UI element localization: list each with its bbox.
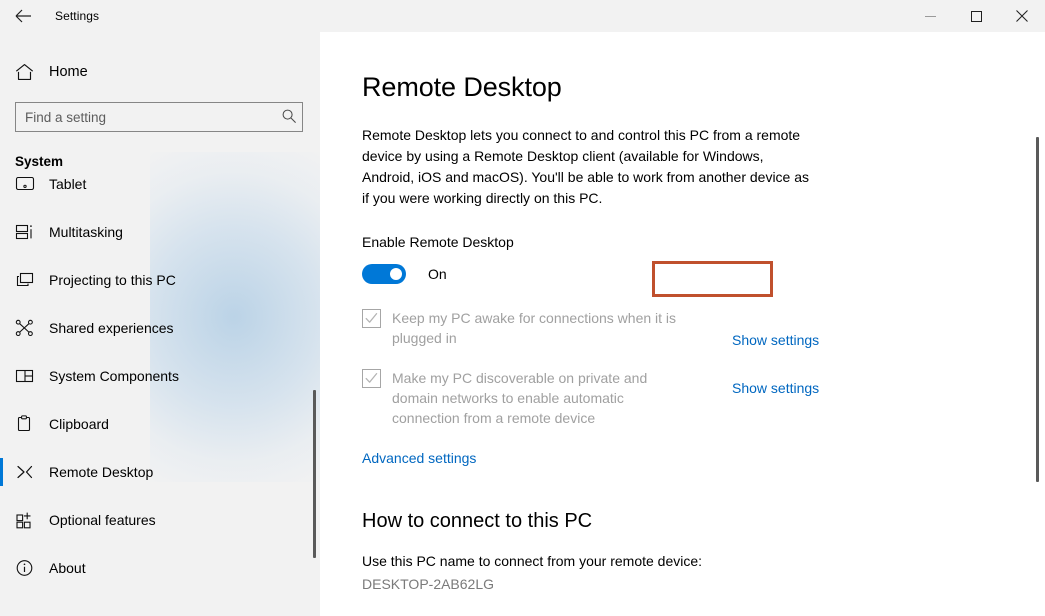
sidebar-item-about[interactable]: About: [0, 544, 320, 592]
show-settings-link-keep-awake[interactable]: Show settings: [732, 332, 819, 348]
sidebar-item-label: Remote Desktop: [49, 464, 154, 480]
sidebar-item-label: Clipboard: [49, 416, 109, 432]
show-settings-link-discoverable[interactable]: Show settings: [732, 380, 819, 396]
sidebar-nav-list: Tablet Multitasking Projecting to this P…: [0, 177, 320, 607]
clipboard-icon: [15, 415, 41, 433]
shared-experiences-icon: [15, 319, 41, 337]
home-icon: [15, 63, 41, 81]
sidebar-item-clipboard[interactable]: Clipboard: [0, 400, 320, 448]
sidebar-scrollbar[interactable]: [313, 390, 316, 558]
advanced-settings-link[interactable]: Advanced settings: [362, 450, 476, 466]
app-title: Settings: [55, 9, 100, 23]
sidebar-item-home[interactable]: Home: [0, 54, 320, 90]
selection-indicator: [0, 458, 3, 486]
window-body: Home System: [0, 32, 1045, 616]
optional-features-icon: [15, 511, 41, 529]
sidebar-item-remote-desktop[interactable]: Remote Desktop: [0, 448, 320, 496]
sidebar-item-label: Tablet: [49, 177, 87, 192]
toggle-highlight-box: [652, 261, 773, 297]
sidebar-item-label: Optional features: [49, 512, 156, 528]
minimize-button[interactable]: [907, 0, 953, 32]
search-input[interactable]: [15, 102, 303, 132]
how-to-connect-heading: How to connect to this PC: [362, 510, 593, 532]
projecting-icon: [15, 271, 41, 289]
back-button[interactable]: [0, 0, 46, 32]
pc-name-value: DESKTOP-2AB62LG: [362, 576, 495, 592]
enable-remote-desktop-toggle[interactable]: [362, 264, 406, 284]
intro-paragraph: Remote Desktop lets you connect to and c…: [362, 127, 810, 206]
multitasking-icon: [15, 223, 41, 241]
content-pane: Remote Desktop Remote Desktop lets you c…: [320, 32, 1045, 616]
toggle-knob: [390, 268, 402, 280]
sidebar-item-label: Multitasking: [49, 224, 123, 240]
sidebar-item-multitasking[interactable]: Multitasking: [0, 208, 320, 256]
about-info-icon: [15, 559, 41, 577]
sidebar-item-label: About: [49, 560, 86, 576]
sidebar-item-tablet[interactable]: Tablet: [0, 177, 320, 208]
search-container: [15, 102, 305, 132]
sidebar-section-header: System: [15, 154, 64, 169]
close-button[interactable]: [999, 0, 1045, 32]
content-scrollbar[interactable]: [1036, 137, 1039, 482]
sidebar: Home System: [0, 32, 320, 616]
toggle-state-label: On: [428, 266, 447, 282]
window-controls: [907, 0, 1045, 32]
sidebar-item-label: Projecting to this PC: [49, 272, 176, 288]
enable-remote-desktop-label: Enable Remote Desktop: [362, 234, 514, 250]
checkbox-row-discoverable[interactable]: Make my PC discoverable on private and d…: [362, 368, 822, 428]
sidebar-item-projecting-to-this-pc[interactable]: Projecting to this PC: [0, 256, 320, 304]
system-components-icon: [15, 367, 41, 385]
home-label: Home: [49, 64, 88, 80]
checkbox-group: Keep my PC awake for connections when it…: [362, 308, 822, 428]
maximize-button[interactable]: [953, 0, 999, 32]
discoverable-checkbox[interactable]: [362, 369, 381, 388]
settings-window: Settings Home Find a setting System Tabl…: [0, 0, 1045, 616]
page-title: Remote Desktop: [362, 72, 562, 102]
title-bar: Settings: [0, 0, 1045, 32]
sidebar-item-label: System Components: [49, 368, 179, 384]
keep-awake-checkbox[interactable]: [362, 309, 381, 328]
how-to-connect-description: Use this PC name to connect from your re…: [362, 553, 703, 569]
tablet-icon: [15, 177, 41, 193]
sidebar-item-optional-features[interactable]: Optional features: [0, 496, 320, 544]
discoverable-label: Make my PC discoverable on private and d…: [392, 370, 648, 426]
sidebar-item-label: Shared experiences: [49, 320, 174, 336]
sidebar-item-system-components[interactable]: System Components: [0, 352, 320, 400]
remote-desktop-icon: [15, 463, 41, 481]
sidebar-item-shared-experiences[interactable]: Shared experiences: [0, 304, 320, 352]
keep-awake-label: Keep my PC awake for connections when it…: [392, 310, 677, 346]
